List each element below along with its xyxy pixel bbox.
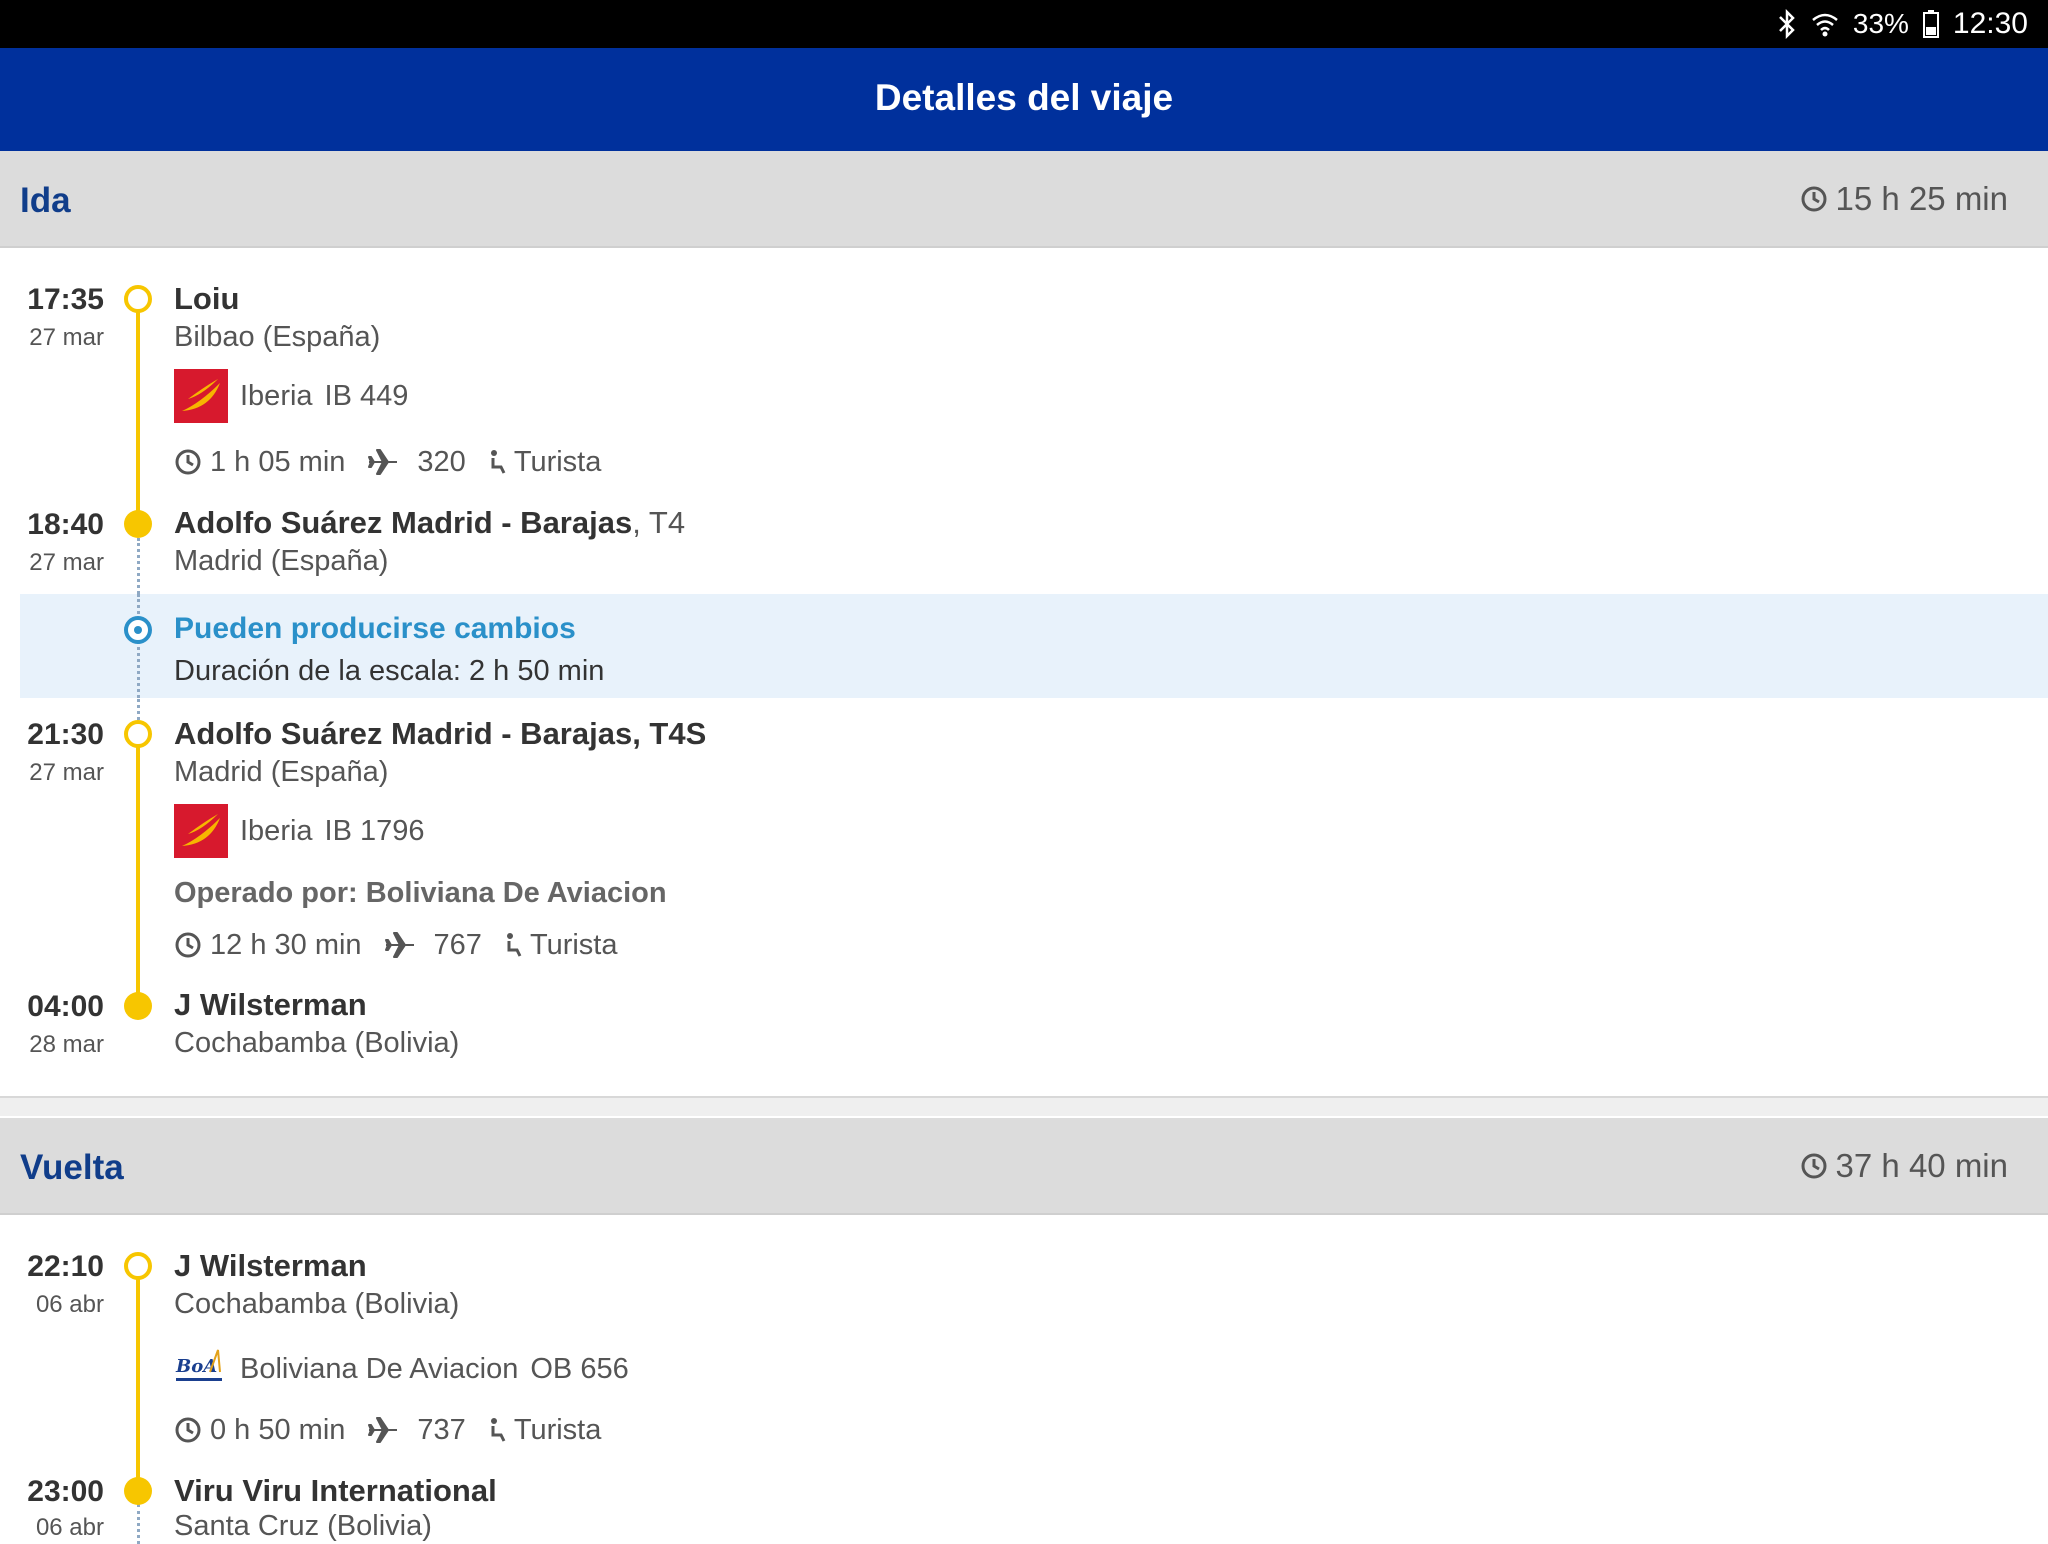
- airplane-icon: [368, 449, 398, 475]
- departure-date: 27 mar: [29, 759, 104, 786]
- aircraft-type: 737: [417, 1413, 466, 1446]
- seat-icon: [490, 1418, 506, 1442]
- aircraft-type: 320: [417, 445, 466, 478]
- clock-icon: [175, 449, 201, 475]
- flight-info-row: 1 h 05 min 320 Turista: [174, 442, 601, 482]
- svg-text:BoA: BoA: [175, 1356, 217, 1377]
- arrival-time: 04:00: [27, 990, 104, 1023]
- battery-icon: [1922, 10, 1939, 38]
- arrival-airport: Adolfo Suárez Madrid - Barajas, T4: [174, 505, 685, 541]
- flight-info-row: 12 h 30 min 767 Turista: [174, 925, 618, 965]
- departure-time: 21:30: [27, 718, 104, 751]
- flight-info-row: 0 h 50 min 737 Turista: [174, 1410, 601, 1450]
- departure-airport: Loiu: [174, 281, 240, 316]
- airline-row: Iberia IB 1796: [174, 804, 425, 858]
- arrival-airport: J Wilsterman: [174, 987, 367, 1022]
- bluetooth-icon: [1778, 9, 1795, 39]
- layover-warning: Pueden producirse cambios: [174, 612, 576, 645]
- departure-date: 06 abr: [35, 1291, 104, 1318]
- departure-date: 27 mar: [29, 324, 104, 351]
- wifi-icon: [1812, 13, 1838, 37]
- clock-icon: [1801, 186, 1827, 211]
- aircraft-type: 767: [433, 928, 482, 961]
- departure-city: Cochabamba (Bolivia): [174, 1288, 460, 1320]
- cabin-class: Turista: [513, 445, 602, 478]
- departure-airport: Adolfo Suárez Madrid - Barajas, T4S: [174, 716, 707, 751]
- airplane-icon: [384, 932, 414, 958]
- outbound-title: Ida: [20, 181, 71, 220]
- clock-icon: [175, 1417, 201, 1443]
- departure-time: 22:10: [27, 1250, 104, 1283]
- status-icons: 33% 12:30: [1777, 0, 2028, 48]
- timeline-node-arrival: [124, 510, 152, 538]
- cabin-class: Turista: [513, 1413, 602, 1446]
- clock-icon: [1801, 1153, 1827, 1178]
- seat-icon: [506, 933, 522, 957]
- cabin-class: Turista: [529, 928, 618, 961]
- flight-duration: 1 h 05 min: [210, 445, 346, 478]
- flight-number: IB 449: [324, 379, 409, 412]
- operated-by: Operado por: Boliviana De Aviacion: [174, 877, 667, 909]
- departure-city: Madrid (España): [174, 756, 389, 788]
- timeline-node-departure: [124, 285, 152, 313]
- boa-logo: BoA: [175, 1349, 222, 1381]
- departure-airport: J Wilsterman: [174, 1248, 367, 1283]
- timeline-node-departure: [124, 1252, 152, 1280]
- flight-duration: 0 h 50 min: [210, 1413, 346, 1446]
- battery-percent: 33%: [1852, 8, 1909, 39]
- departure-city: Bilbao (España): [174, 321, 381, 353]
- info-icon: [124, 616, 152, 644]
- airline-name: Iberia: [240, 379, 313, 412]
- layover-duration: Duración de la escala: 2 h 50 min: [174, 655, 605, 687]
- arrival-city: Madrid (España): [174, 545, 389, 577]
- timeline-line: [136, 733, 140, 1006]
- outbound-total-duration: 15 h 25 min: [1800, 151, 2008, 246]
- outbound-header: Ida 15 h 25 min: [0, 151, 2048, 248]
- timeline-node-departure: [124, 720, 152, 748]
- arrival-time: 18:40: [27, 508, 104, 541]
- return-duration-text: 37 h 40 min: [1835, 1147, 2008, 1184]
- iberia-logo: [174, 804, 228, 858]
- timeline-line: [136, 1265, 140, 1490]
- airplane-icon: [368, 1417, 398, 1443]
- return-title: Vuelta: [20, 1148, 124, 1187]
- arrival-terminal: , T4: [632, 505, 686, 540]
- flight-number: IB 1796: [324, 814, 425, 847]
- timeline-line: [136, 298, 140, 524]
- seat-icon: [490, 450, 506, 474]
- status-bar: 33% 12:30: [0, 0, 2048, 48]
- arrival-date: 27 mar: [29, 549, 104, 576]
- app-bar: Detalles del viaje: [0, 48, 2048, 151]
- airline-row: Iberia IB 449: [174, 369, 408, 423]
- section-divider: [0, 1096, 2048, 1116]
- arrival-city: Santa Cruz (Bolivia): [174, 1510, 432, 1542]
- clock-icon: [175, 932, 201, 958]
- arrival-airport: Viru Viru International: [174, 1473, 497, 1508]
- arrival-city: Cochabamba (Bolivia): [174, 1027, 460, 1059]
- timeline-continuation-line: [137, 1504, 140, 1544]
- clock-time: 12:30: [1952, 7, 2028, 40]
- outbound-duration-text: 15 h 25 min: [1835, 180, 2008, 217]
- arrival-airport-name: Adolfo Suárez Madrid - Barajas: [174, 505, 633, 540]
- airline-name: Boliviana De Aviacion: [240, 1352, 519, 1385]
- flight-number: OB 656: [530, 1352, 629, 1385]
- flight-duration: 12 h 30 min: [210, 928, 362, 961]
- return-total-duration: 37 h 40 min: [1800, 1118, 2008, 1213]
- arrival-date: 28 mar: [29, 1031, 104, 1058]
- timeline-node-arrival: [124, 1477, 152, 1505]
- departure-time: 17:35: [27, 283, 104, 316]
- timeline-layover-line: [137, 594, 140, 698]
- arrival-date: 06 abr: [35, 1514, 104, 1541]
- page-title: Detalles del viaje: [874, 77, 1174, 118]
- airline-row: BoA Boliviana De Aviacion OB 656: [174, 1342, 629, 1396]
- timeline-node-arrival: [124, 992, 152, 1020]
- arrival-time: 23:00: [27, 1475, 104, 1508]
- airline-name: Iberia: [240, 814, 313, 847]
- iberia-logo: [174, 369, 228, 423]
- return-header: Vuelta 37 h 40 min: [0, 1118, 2048, 1215]
